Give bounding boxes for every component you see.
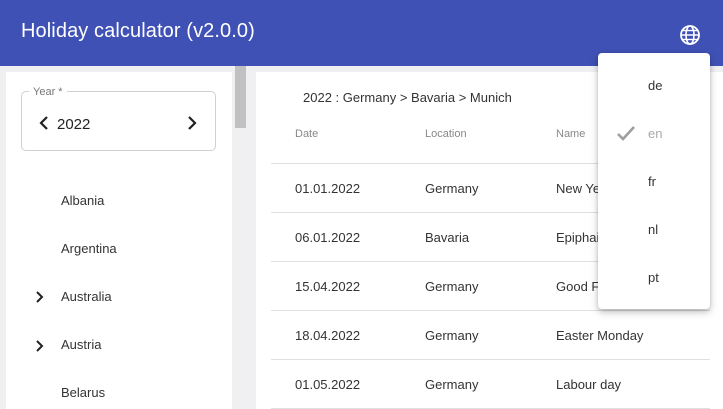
year-next-button[interactable] bbox=[186, 115, 198, 136]
cell-date: 01.05.2022 bbox=[295, 377, 361, 392]
cell-location: Germany bbox=[425, 377, 479, 392]
divider bbox=[271, 359, 710, 360]
cell-date: 06.01.2022 bbox=[295, 230, 361, 245]
cell-name: Easter Monday bbox=[556, 328, 644, 343]
language-option-en[interactable]: en bbox=[598, 109, 710, 157]
cell-date: 15.04.2022 bbox=[295, 279, 361, 294]
scrollbar-thumb[interactable] bbox=[235, 66, 246, 128]
language-option-label: nl bbox=[648, 222, 659, 237]
language-menu: de en fr nl pt bbox=[598, 53, 710, 309]
cell-location: Germany bbox=[425, 279, 479, 294]
cell-name: Labour day bbox=[556, 377, 622, 392]
language-option-label: de bbox=[648, 78, 663, 93]
chevron-right-icon[interactable] bbox=[35, 339, 45, 358]
chevron-right-icon[interactable] bbox=[35, 290, 45, 309]
year-prev-button[interactable] bbox=[38, 115, 50, 136]
language-option-label: fr bbox=[648, 174, 656, 189]
divider bbox=[271, 310, 710, 311]
language-option-label: pt bbox=[648, 270, 659, 285]
column-header-location[interactable]: Location bbox=[425, 128, 467, 140]
language-option-fr[interactable]: fr bbox=[598, 157, 710, 205]
cell-date: 01.01.2022 bbox=[295, 181, 361, 196]
year-label: Year * bbox=[29, 86, 67, 98]
cell-name: Epiphai bbox=[556, 230, 600, 245]
cell-location: Germany bbox=[425, 328, 479, 343]
cell-location: Bavaria bbox=[425, 230, 470, 245]
cell-name: New Ye bbox=[556, 181, 601, 196]
language-option-pt[interactable]: pt bbox=[598, 253, 710, 301]
cell-date: 18.04.2022 bbox=[295, 328, 361, 343]
country-item-belarus[interactable]: Belarus bbox=[61, 385, 105, 400]
country-item-albania[interactable]: Albania bbox=[61, 193, 104, 208]
language-option-de[interactable]: de bbox=[598, 61, 710, 109]
country-item-argentina[interactable]: Argentina bbox=[61, 241, 117, 256]
country-item-austria[interactable]: Austria bbox=[61, 337, 101, 352]
app-title: Holiday calculator (v2.0.0) bbox=[21, 20, 255, 42]
column-header-date[interactable]: Date bbox=[295, 128, 318, 140]
language-globe-icon[interactable] bbox=[678, 23, 702, 47]
country-item-australia[interactable]: Australia bbox=[61, 289, 112, 304]
breadcrumb: 2022 : Germany > Bavaria > Munich bbox=[303, 90, 512, 105]
column-header-name[interactable]: Name bbox=[556, 128, 585, 140]
checkmark-icon bbox=[615, 122, 637, 144]
language-option-label: en bbox=[648, 126, 663, 141]
cell-location: Germany bbox=[425, 181, 479, 196]
language-option-nl[interactable]: nl bbox=[598, 205, 710, 253]
cell-name: Good F bbox=[556, 279, 600, 294]
year-value: 2022 bbox=[57, 116, 91, 133]
